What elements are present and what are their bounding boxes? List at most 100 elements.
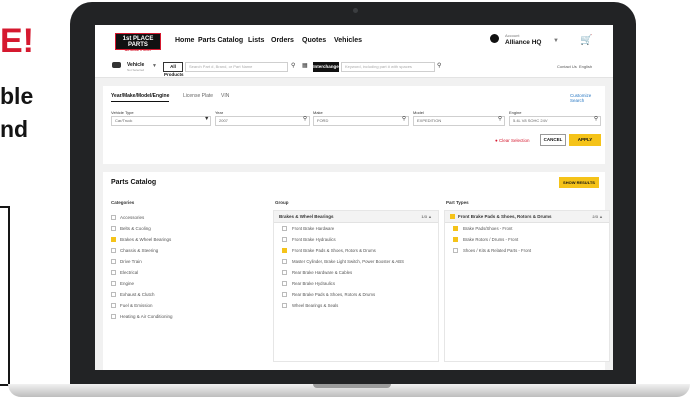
checkbox[interactable]: [111, 281, 116, 286]
year-field[interactable]: 2007: [215, 116, 310, 126]
part-type-item[interactable]: Shoes / Kits & Related Parts - Front: [445, 245, 609, 256]
checkbox[interactable]: [282, 237, 287, 242]
group-panel-header[interactable]: Brakes & Wheel Bearings 1/3 ▲: [274, 211, 438, 223]
checkbox[interactable]: [282, 259, 287, 264]
checkbox-checked[interactable]: [282, 248, 287, 253]
group-item[interactable]: Master Cylinder, Brake Light Switch, Pow…: [274, 256, 438, 267]
checkbox[interactable]: [282, 226, 287, 231]
logo-text: 1st PLACE PARTS: [122, 36, 154, 48]
part-type-panel-header[interactable]: Front Brake Pads & Shoes, Rotors & Drums…: [445, 211, 609, 223]
checkbox[interactable]: [111, 303, 116, 308]
category-item[interactable]: Drive Train: [111, 256, 271, 267]
checkbox[interactable]: [111, 215, 116, 220]
parts-catalog-card: Parts Catalog SHOW RESULTS Categories Gr…: [103, 172, 610, 370]
account-name[interactable]: Alliance HQ: [505, 39, 541, 46]
checkbox[interactable]: [282, 292, 287, 297]
apply-button[interactable]: APPLY: [569, 134, 601, 146]
category-item[interactable]: Chassis & Steering: [111, 245, 271, 256]
checkbox[interactable]: [282, 281, 287, 286]
category-item[interactable]: Fuel & Emission: [111, 300, 271, 311]
vehicle-type-select[interactable]: Car/Truck: [111, 116, 211, 126]
part-type-panel-title: Front Brake Pads & Shoes, Rotors & Drums: [458, 214, 552, 219]
group-label: Front Brake Hardware: [292, 226, 335, 231]
group-item[interactable]: Front Brake Hardware: [274, 223, 438, 234]
account-icon[interactable]: [490, 34, 499, 43]
category-item[interactable]: Belts & Cooling: [111, 223, 271, 234]
cart-icon[interactable]: 🛒: [580, 35, 592, 46]
language-selector[interactable]: English: [579, 64, 592, 69]
engine-field[interactable]: 5.4L V8 SOHC 24V: [509, 116, 601, 126]
group-item[interactable]: Wheel Bearings & Seals: [274, 300, 438, 311]
group-item[interactable]: Rear Brake Pads & Shoes, Rotors & Drums: [274, 289, 438, 300]
checkbox[interactable]: [282, 270, 287, 275]
chevron-up-icon[interactable]: 1/3 ▲: [421, 214, 432, 219]
category-item[interactable]: Exhaust & Clutch: [111, 289, 271, 300]
page-title: Parts Catalog: [111, 179, 157, 186]
contact-link[interactable]: Contact Us: [557, 64, 577, 69]
part-type-label: Brake Rotors / Drums - Front: [463, 237, 519, 242]
checkbox[interactable]: [111, 270, 116, 275]
promo-text: ble nd: [0, 80, 60, 146]
part-type-label: Brake Pads/Shoes - Front: [463, 226, 513, 231]
group-item[interactable]: Rear Brake Hydraulics: [274, 278, 438, 289]
search-icon[interactable]: ⚲: [594, 116, 598, 122]
checkbox[interactable]: [111, 259, 116, 264]
category-label: Engine: [120, 281, 135, 286]
checkbox-checked[interactable]: [453, 237, 458, 242]
search-icon[interactable]: ⚲: [291, 62, 295, 69]
category-item[interactable]: Engine: [111, 278, 271, 289]
chevron-up-icon[interactable]: 2/3 ▲: [592, 214, 603, 219]
interchange-input[interactable]: Keyword, including part # with spaces: [341, 62, 435, 72]
promo-frame: [0, 206, 10, 386]
checkbox[interactable]: [111, 314, 116, 319]
checkbox-checked[interactable]: [450, 214, 455, 219]
search-icon[interactable]: ⚲: [498, 116, 502, 122]
vehicle-selection-card: Year/Make/Model/Engine License Plate VIN…: [103, 86, 605, 164]
group-label: Rear Brake Pads & Shoes, Rotors & Drums: [292, 292, 376, 297]
nav-quotes[interactable]: Quotes: [302, 37, 326, 44]
cancel-button[interactable]: CANCEL: [540, 134, 566, 146]
interchange-button[interactable]: Interchange: [313, 62, 339, 72]
group-item[interactable]: Front Brake Pads & Shoes, Rotors & Drums: [274, 245, 438, 256]
show-results-button[interactable]: SHOW RESULTS: [559, 177, 599, 188]
search-input[interactable]: Search Part #, Brand, or Part Name: [185, 62, 288, 72]
nav-lists[interactable]: Lists: [248, 37, 264, 44]
part-type-item[interactable]: Brake Rotors / Drums - Front: [445, 234, 609, 245]
group-item[interactable]: Rear Brake Hardware & Cables: [274, 267, 438, 278]
group-item[interactable]: Front Brake Hydraulics: [274, 234, 438, 245]
search-icon[interactable]: ⚲: [303, 116, 307, 122]
brand-logo[interactable]: 1st PLACE PARTS WE MAKE IT EASY: [115, 33, 161, 52]
scope-dropdown[interactable]: All Products: [163, 62, 184, 77]
checkbox[interactable]: [282, 303, 287, 308]
chevron-down-icon[interactable]: ▼: [204, 116, 209, 122]
checkbox[interactable]: [111, 292, 116, 297]
marketing-image: E! ble nd 1st PLACE PARTS WE MAKE IT EAS…: [0, 0, 699, 400]
clear-selection-button[interactable]: ● Clear Selection: [495, 138, 529, 143]
barcode-icon[interactable]: ▦: [302, 62, 308, 69]
checkbox[interactable]: [111, 248, 116, 253]
search-icon[interactable]: ⚲: [437, 62, 441, 69]
nav-parts-catalog[interactable]: Parts Catalog: [198, 37, 243, 44]
chevron-down-icon[interactable]: ▼: [152, 63, 157, 69]
category-item[interactable]: Accessories: [111, 212, 271, 223]
tab-license-plate[interactable]: License Plate: [183, 93, 213, 99]
search-icon[interactable]: ⚲: [402, 116, 406, 122]
checkbox-checked[interactable]: [453, 226, 458, 231]
category-item[interactable]: Brakes & Wheel Bearings: [111, 234, 271, 245]
nav-vehicles[interactable]: Vehicles: [334, 37, 362, 44]
model-field[interactable]: EXPEDITION: [413, 116, 505, 126]
tab-ymme[interactable]: Year/Make/Model/Engine: [111, 93, 170, 102]
customize-search-link[interactable]: Customize Search: [570, 93, 605, 103]
part-type-item[interactable]: Brake Pads/Shoes - Front: [445, 223, 609, 234]
checkbox-checked[interactable]: [111, 237, 116, 242]
nav-orders[interactable]: Orders: [271, 37, 294, 44]
checkbox[interactable]: [453, 248, 458, 253]
category-item[interactable]: Heating & Air Conditioning: [111, 311, 271, 322]
tab-vin[interactable]: VIN: [221, 93, 229, 99]
group-count: 1/3: [421, 214, 427, 219]
checkbox[interactable]: [111, 226, 116, 231]
chevron-down-icon[interactable]: ▼: [553, 38, 559, 44]
nav-home[interactable]: Home: [175, 37, 194, 44]
make-field[interactable]: FORD: [313, 116, 409, 126]
category-item[interactable]: Electrical: [111, 267, 271, 278]
